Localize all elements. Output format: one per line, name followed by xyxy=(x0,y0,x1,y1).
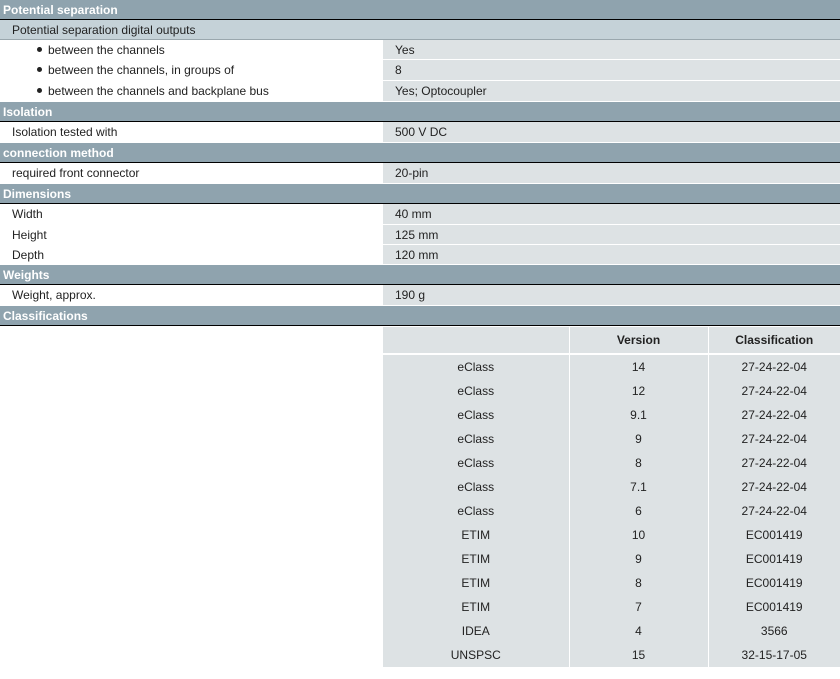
cell-system: eClass xyxy=(383,379,569,403)
section-header-classifications: Classifications xyxy=(0,306,840,326)
section-header-isolation: Isolation xyxy=(0,102,840,122)
table-row: ETIM 9 EC001419 xyxy=(383,547,840,571)
table-row: UNSPSC 15 32-15-17-05 xyxy=(383,643,840,667)
spec-row: between the channels Yes xyxy=(0,40,840,60)
spec-row: Height 125 mm xyxy=(0,225,840,245)
spec-label: Width xyxy=(0,204,383,224)
cell-system: eClass xyxy=(383,354,569,379)
bullet-icon xyxy=(37,47,42,52)
table-row: eClass 9.1 27-24-22-04 xyxy=(383,403,840,427)
cell-classification: EC001419 xyxy=(707,571,840,595)
bullet-icon xyxy=(37,67,42,72)
cell-classification: 27-24-22-04 xyxy=(707,354,840,379)
spec-value: 120 mm xyxy=(383,245,840,264)
cell-system: ETIM xyxy=(383,571,569,595)
cell-system: eClass xyxy=(383,451,569,475)
spec-label: Weight, approx. xyxy=(0,285,383,305)
section-header-dimensions: Dimensions xyxy=(0,184,840,204)
cell-classification: 27-24-22-04 xyxy=(707,379,840,403)
classifications-table: Version Classification eClass 14 27-24-22-… xyxy=(383,327,840,667)
cell-system: eClass xyxy=(383,427,569,451)
cell-version: 4 xyxy=(568,619,708,643)
spec-value: Yes; Optocoupler xyxy=(383,81,840,101)
spec-label: between the channels, in groups of xyxy=(0,60,383,80)
cell-version: 9.1 xyxy=(568,403,708,427)
cell-system: eClass xyxy=(383,475,569,499)
cell-classification: 27-24-22-04 xyxy=(707,451,840,475)
cell-classification: 27-24-22-04 xyxy=(707,427,840,451)
cell-classification: 27-24-22-04 xyxy=(707,475,840,499)
cell-version: 7 xyxy=(568,595,708,619)
spec-row: Isolation tested with 500 V DC xyxy=(0,122,840,143)
bullet-icon xyxy=(37,88,42,93)
cell-classification: 3566 xyxy=(707,619,840,643)
section-header-connection-method: connection method xyxy=(0,143,840,163)
table-row: eClass 7.1 27-24-22-04 xyxy=(383,475,840,499)
cell-version: 9 xyxy=(568,547,708,571)
spec-row: required front connector 20-pin xyxy=(0,163,840,184)
spec-label-text: between the channels xyxy=(48,43,165,57)
spec-value: Yes xyxy=(383,40,840,59)
table-row: IDEA 4 3566 xyxy=(383,619,840,643)
classifications-area: Version Classification eClass 14 27-24-22-… xyxy=(0,326,840,669)
cell-version: 15 xyxy=(568,643,708,667)
subsection-header-digital-outputs: Potential separation digital outputs xyxy=(0,20,840,40)
cell-version: 7.1 xyxy=(568,475,708,499)
spec-row: between the channels and backplane bus Y… xyxy=(0,81,840,102)
spec-label: Depth xyxy=(0,245,383,264)
spec-row: Width 40 mm xyxy=(0,204,840,225)
table-row: eClass 12 27-24-22-04 xyxy=(383,379,840,403)
cell-classification: 32-15-17-05 xyxy=(707,643,840,667)
spec-value: 40 mm xyxy=(383,204,840,224)
cell-version: 8 xyxy=(568,571,708,595)
column-header-classification: Classification xyxy=(707,327,840,355)
table-row: eClass 9 27-24-22-04 xyxy=(383,427,840,451)
spec-label: Height xyxy=(0,225,383,244)
table-row: ETIM 8 EC001419 xyxy=(383,571,840,595)
cell-system: UNSPSC xyxy=(383,643,569,667)
classifications-header-row: Version Classification xyxy=(383,327,840,355)
cell-system: IDEA xyxy=(383,619,569,643)
cell-classification: EC001419 xyxy=(707,523,840,547)
cell-version: 8 xyxy=(568,451,708,475)
column-header-system xyxy=(383,327,569,355)
spec-value: 190 g xyxy=(383,285,840,305)
section-header-weights: Weights xyxy=(0,265,840,285)
cell-version: 12 xyxy=(568,379,708,403)
cell-system: eClass xyxy=(383,499,569,523)
column-header-version: Version xyxy=(568,327,708,355)
cell-classification: EC001419 xyxy=(707,547,840,571)
spec-label: required front connector xyxy=(0,163,383,183)
spec-row: Weight, approx. 190 g xyxy=(0,285,840,306)
spec-value: 500 V DC xyxy=(383,122,840,142)
cell-classification: 27-24-22-04 xyxy=(707,499,840,523)
cell-version: 14 xyxy=(568,354,708,379)
spec-label: Isolation tested with xyxy=(0,122,383,142)
table-row: eClass 8 27-24-22-04 xyxy=(383,451,840,475)
cell-system: ETIM xyxy=(383,595,569,619)
cell-system: eClass xyxy=(383,403,569,427)
cell-version: 10 xyxy=(568,523,708,547)
spec-value: 8 xyxy=(383,60,840,80)
cell-system: ETIM xyxy=(383,523,569,547)
table-row: ETIM 10 EC001419 xyxy=(383,523,840,547)
spec-row: between the channels, in groups of 8 xyxy=(0,60,840,81)
cell-system: ETIM xyxy=(383,547,569,571)
table-row: eClass 6 27-24-22-04 xyxy=(383,499,840,523)
spec-value: 125 mm xyxy=(383,225,840,244)
cell-version: 6 xyxy=(568,499,708,523)
spec-label-text: between the channels, in groups of xyxy=(48,63,235,77)
spec-label: between the channels and backplane bus xyxy=(0,81,383,101)
section-header-potential-separation: Potential separation xyxy=(0,0,840,20)
cell-classification: EC001419 xyxy=(707,595,840,619)
cell-classification: 27-24-22-04 xyxy=(707,403,840,427)
spec-label-text: between the channels and backplane bus xyxy=(48,84,269,98)
cell-version: 9 xyxy=(568,427,708,451)
table-row: eClass 14 27-24-22-04 xyxy=(383,354,840,379)
spec-label: between the channels xyxy=(0,40,383,59)
spec-row: Depth 120 mm xyxy=(0,245,840,265)
table-row: ETIM 7 EC001419 xyxy=(383,595,840,619)
spec-value: 20-pin xyxy=(383,163,840,183)
